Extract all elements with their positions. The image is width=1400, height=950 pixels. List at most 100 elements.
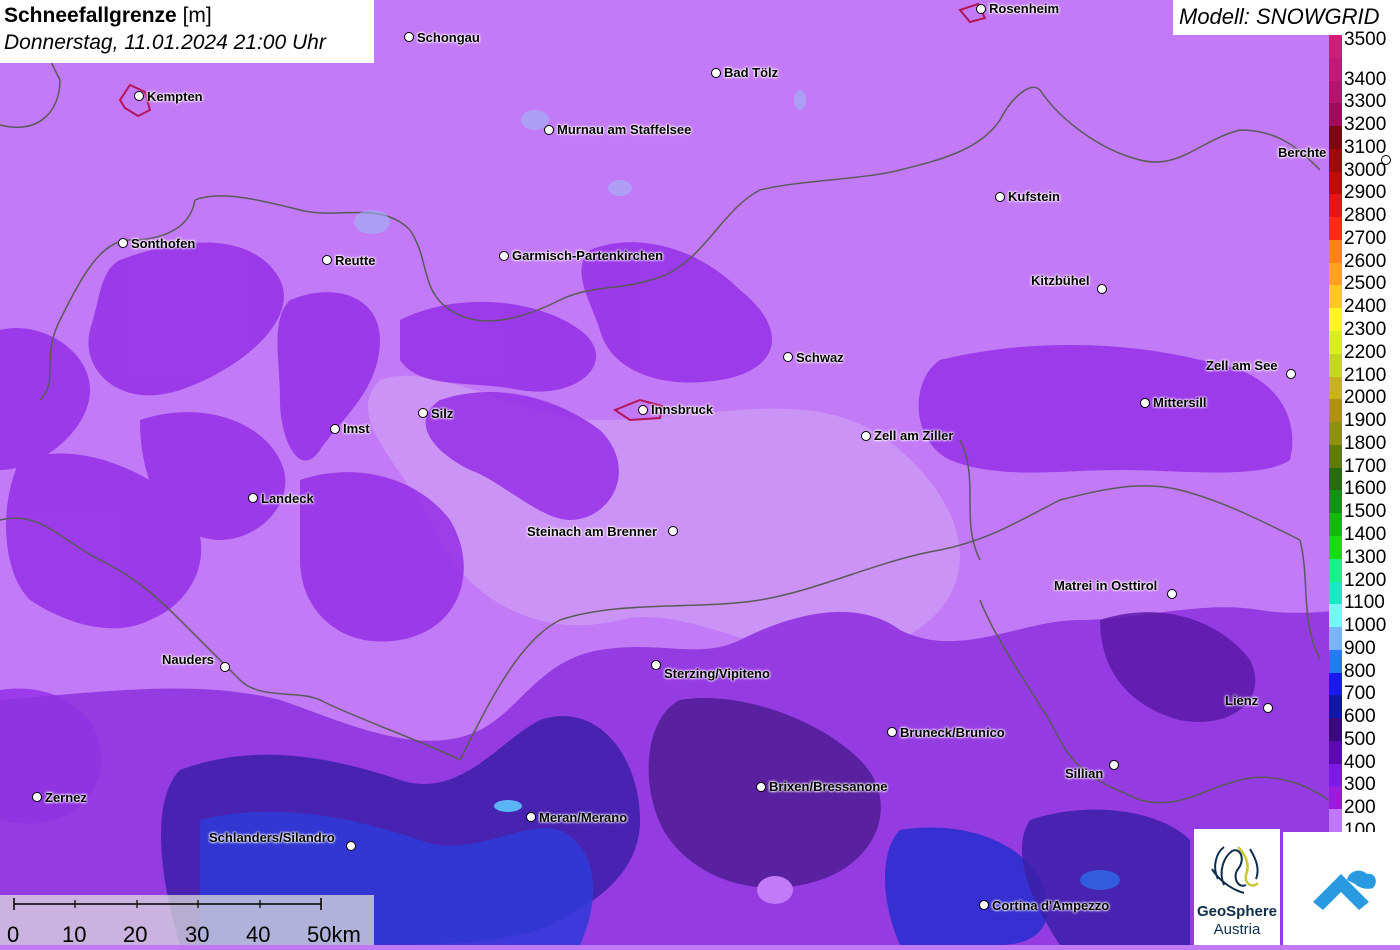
city-dot bbox=[418, 408, 428, 418]
legend-row: 2100 bbox=[1329, 353, 1400, 386]
legend-swatch bbox=[1329, 80, 1342, 104]
legend-swatch bbox=[1329, 695, 1342, 719]
legend-row: 2700 bbox=[1329, 217, 1400, 249]
snowline-map[interactable] bbox=[0, 0, 1400, 945]
legend-row: 3300 bbox=[1329, 80, 1400, 112]
legend-swatch bbox=[1329, 604, 1342, 628]
map-title: Schneefallgrenze [m] bbox=[4, 2, 370, 29]
city-dot bbox=[638, 405, 648, 415]
city-label: Brixen/Bressanone bbox=[769, 779, 888, 794]
city-label: Zernez bbox=[45, 790, 87, 805]
legend-swatch bbox=[1329, 285, 1342, 309]
legend-swatch bbox=[1329, 718, 1342, 741]
legend-swatch bbox=[1329, 422, 1342, 445]
city-label: Innsbruck bbox=[651, 402, 714, 417]
city-label: Kufstein bbox=[1008, 189, 1060, 204]
legend-swatch bbox=[1329, 740, 1342, 764]
title-main: Schneefallgrenze bbox=[4, 4, 177, 27]
city-label: Schongau bbox=[417, 30, 480, 45]
legend-row: 700 bbox=[1329, 672, 1400, 704]
city-dot bbox=[783, 352, 793, 362]
city-dot bbox=[1109, 760, 1119, 770]
city-label: Kempten bbox=[147, 89, 203, 104]
legend-row: 3500 bbox=[1329, 29, 1400, 58]
scale-label-20: 20 bbox=[123, 922, 148, 947]
city-dot bbox=[220, 662, 230, 672]
city-label: Bad Tölz bbox=[724, 65, 779, 80]
legend-row: 2900 bbox=[1329, 171, 1400, 203]
legend-row: 2800 bbox=[1329, 194, 1400, 226]
city-label: Sillian bbox=[1065, 766, 1104, 781]
city-dot bbox=[248, 493, 258, 503]
city-label: Schwaz bbox=[796, 350, 844, 365]
scale-label-30: 30 bbox=[185, 922, 210, 947]
legend-row: 400 bbox=[1329, 740, 1400, 773]
legend-swatch bbox=[1329, 57, 1342, 81]
legend-label: 3500 bbox=[1344, 29, 1387, 50]
city-dot bbox=[544, 125, 554, 135]
legend-swatch bbox=[1329, 763, 1342, 787]
scale-label-10: 10 bbox=[62, 922, 87, 947]
city-label: Lienz bbox=[1225, 693, 1259, 708]
legend-row: 1300 bbox=[1329, 535, 1400, 568]
city-label: Mittersill bbox=[1153, 395, 1207, 410]
map-date: Donnerstag, 11.01.2024 21:00 Uhr bbox=[4, 31, 326, 54]
city-label: Nauders bbox=[162, 652, 215, 667]
legend-swatch bbox=[1329, 444, 1342, 468]
legend-swatch bbox=[1329, 148, 1342, 172]
city-dot bbox=[322, 255, 332, 265]
city-label: Imst bbox=[343, 421, 370, 436]
city-label: Rosenheim bbox=[989, 1, 1060, 16]
city-label: Zell am Ziller bbox=[874, 428, 954, 443]
city-dot bbox=[1381, 155, 1391, 165]
legend-swatch bbox=[1329, 581, 1342, 605]
city-dot bbox=[499, 251, 509, 261]
legend-row: 2000 bbox=[1329, 376, 1400, 408]
city-dot bbox=[1140, 398, 1150, 408]
legend-row: 3200 bbox=[1329, 103, 1400, 135]
legend-swatch bbox=[1329, 103, 1342, 127]
legend-swatch bbox=[1329, 376, 1342, 400]
city-dot bbox=[32, 792, 42, 802]
city-dot bbox=[330, 424, 340, 434]
city-dot bbox=[711, 68, 721, 78]
scale-label-50km: 50km bbox=[307, 922, 361, 947]
legend-swatch bbox=[1329, 217, 1342, 240]
city-dot bbox=[979, 900, 989, 910]
legend-row: 500 bbox=[1329, 718, 1400, 750]
geosphere-logo-name: GeoSphere bbox=[1196, 903, 1278, 920]
city-dot bbox=[1263, 703, 1273, 713]
city-dot bbox=[346, 841, 356, 851]
city-label: Murnau am Staffelsee bbox=[557, 122, 692, 137]
city-dot bbox=[976, 4, 986, 14]
city-dot bbox=[995, 192, 1005, 202]
city-label: Sterzing/Vipiteno bbox=[664, 666, 770, 681]
legend-row: 800 bbox=[1329, 649, 1400, 682]
legend-swatch bbox=[1329, 627, 1342, 650]
city-label: Silz bbox=[431, 406, 454, 421]
legend-swatch bbox=[1329, 126, 1342, 149]
city-label: Reutte bbox=[335, 253, 376, 268]
city-label: Berchte bbox=[1278, 145, 1327, 160]
legend-row: 2400 bbox=[1329, 285, 1400, 317]
city-label: Matrei in Osttirol bbox=[1054, 578, 1158, 593]
legend-row: 1000 bbox=[1329, 604, 1400, 636]
legend-row: 2600 bbox=[1329, 239, 1400, 272]
title-unit: [m] bbox=[182, 4, 212, 27]
city-dot bbox=[651, 660, 661, 670]
legend-swatch bbox=[1329, 535, 1342, 559]
city-dot bbox=[1286, 369, 1296, 379]
city-label: Schlanders/Silandro bbox=[209, 830, 335, 845]
legend-swatch bbox=[1329, 649, 1342, 673]
legend-row: 1800 bbox=[1329, 422, 1400, 454]
legend-swatch bbox=[1329, 672, 1342, 696]
legend-row: 1600 bbox=[1329, 467, 1400, 499]
city-dot bbox=[756, 782, 766, 792]
legend-row: 3400 bbox=[1329, 57, 1400, 90]
city-label: Bruneck/Brunico bbox=[900, 725, 1005, 740]
map-title-box: Schneefallgrenze [m] Donnerstag, 11.01.2… bbox=[0, 0, 374, 63]
legend-swatch bbox=[1329, 331, 1342, 354]
legend-row: 900 bbox=[1329, 627, 1400, 659]
legend-swatch bbox=[1329, 35, 1342, 58]
snow-cloud-logo[interactable] bbox=[1283, 832, 1400, 945]
